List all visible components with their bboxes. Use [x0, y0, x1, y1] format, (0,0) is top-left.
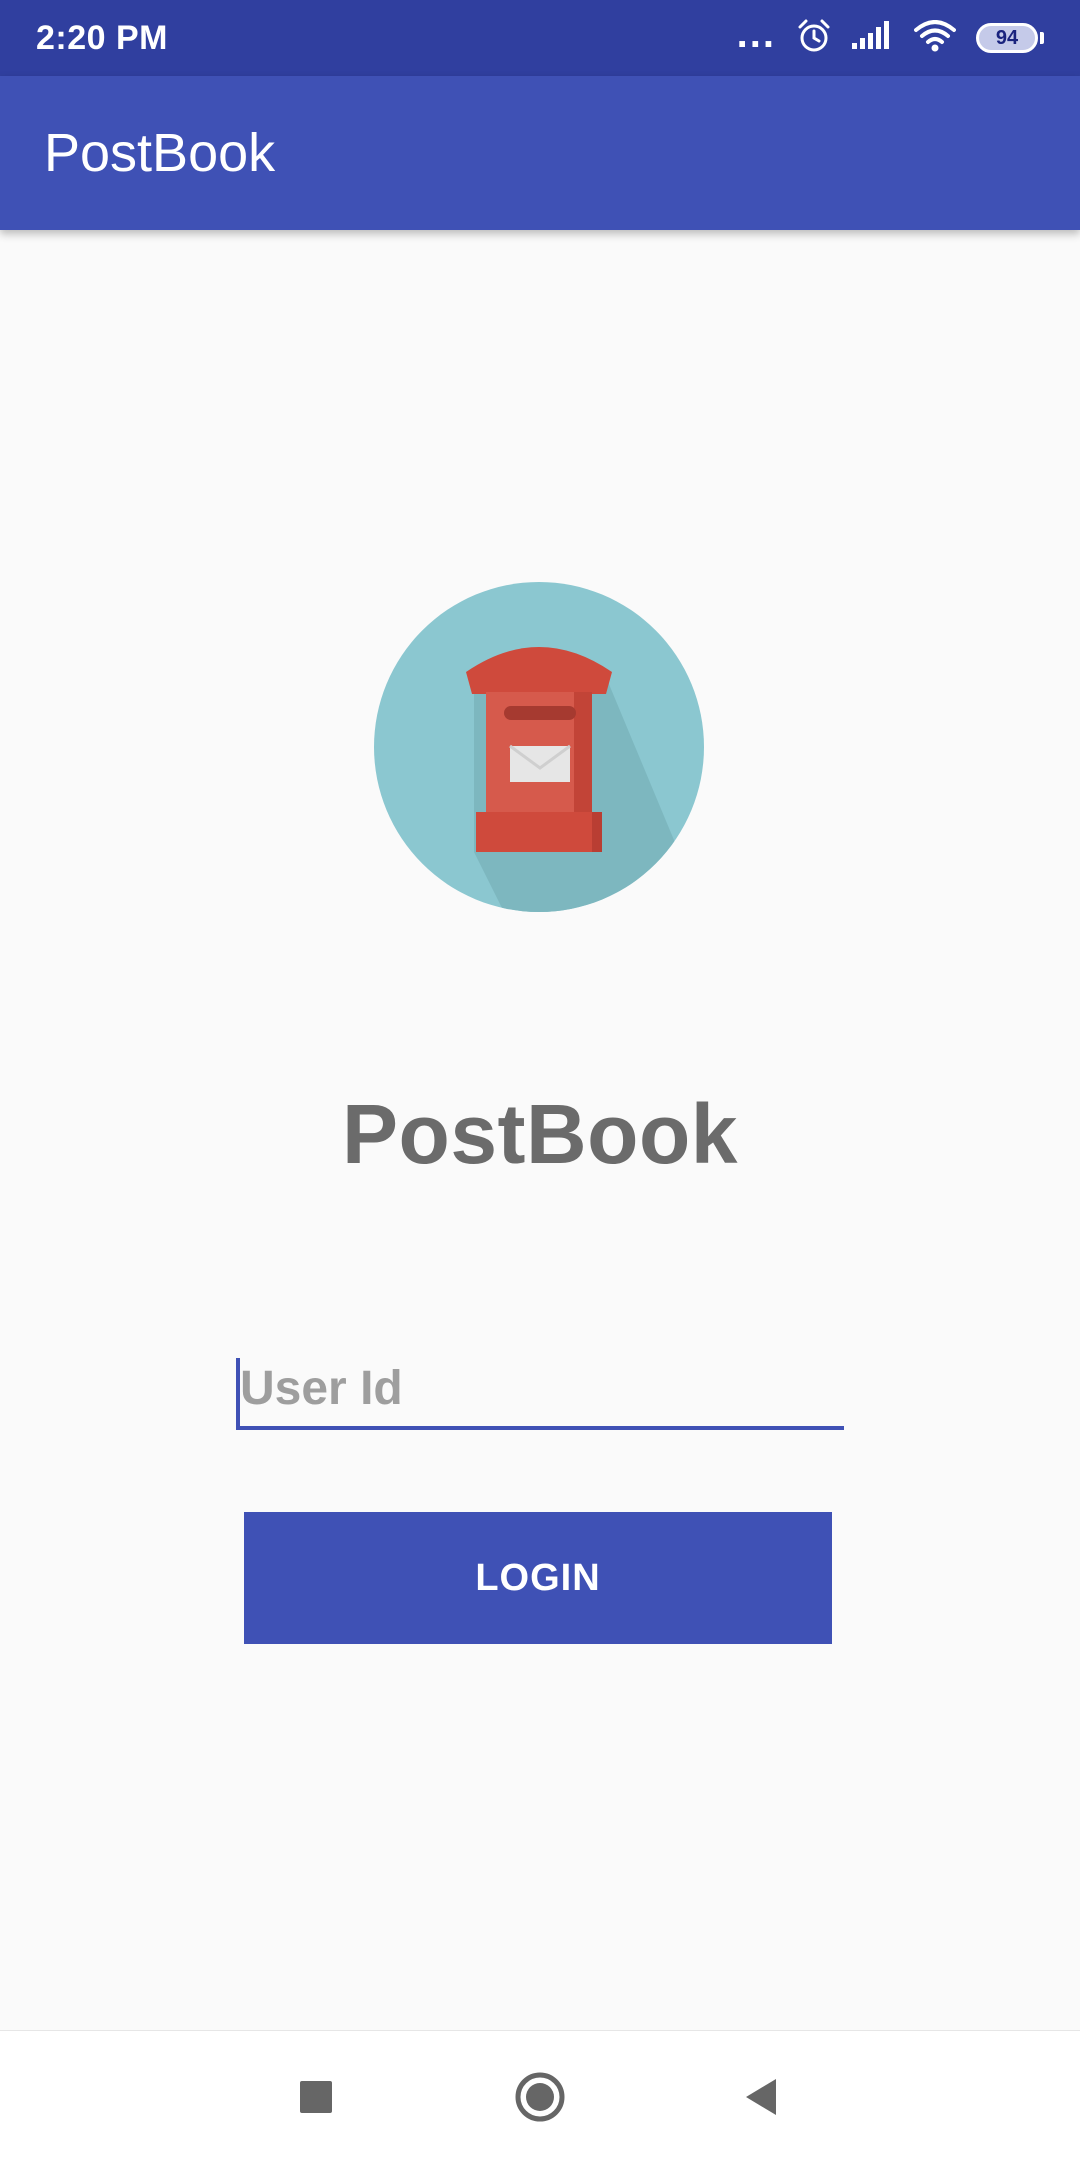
status-bar: 2:20 PM ... 94 — [0, 0, 1080, 76]
user-id-field-wrapper — [236, 1342, 844, 1438]
app-bar: PostBook — [0, 76, 1080, 230]
battery-level: 94 — [995, 26, 1019, 49]
text-cursor — [236, 1358, 240, 1428]
back-icon[interactable] — [730, 2065, 794, 2129]
system-nav-bar — [0, 2030, 1080, 2160]
login-button[interactable]: LOGIN — [244, 1512, 832, 1644]
home-icon[interactable] — [508, 2065, 572, 2129]
recents-icon[interactable] — [284, 2065, 348, 2129]
brand-title: PostBook — [341, 1087, 739, 1181]
signal-icon — [852, 20, 894, 56]
login-screen: PostBook LOGIN — [0, 230, 1080, 2030]
app-bar-title: PostBook — [44, 123, 276, 183]
wifi-icon — [914, 19, 956, 57]
mailbox-icon — [374, 582, 704, 912]
user-id-input[interactable] — [236, 1342, 844, 1430]
more-notifications-icon: ... — [736, 12, 776, 56]
alarm-icon — [796, 18, 832, 59]
status-icons: ... 94 — [736, 12, 1044, 59]
status-time: 2:20 PM — [36, 18, 168, 57]
battery-icon: 94 — [976, 23, 1044, 53]
